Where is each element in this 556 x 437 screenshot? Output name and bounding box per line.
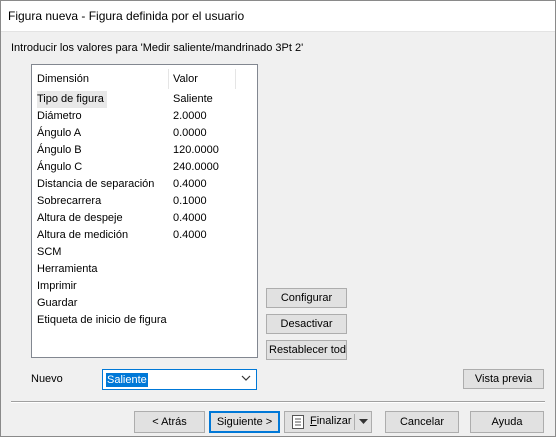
split-divider — [354, 414, 355, 430]
title-bar: Figura nueva - Figura definida por el us… — [0, 0, 556, 32]
document-icon — [292, 415, 304, 429]
value-cell: 0.4000 — [173, 178, 207, 190]
restablecer-todo-button[interactable]: Restablecer todo — [266, 340, 347, 360]
list-item[interactable]: Sobrecarrera 0.1000 — [32, 193, 257, 210]
list-item[interactable]: Guardar — [32, 295, 257, 312]
list-item[interactable]: Ángulo A 0.0000 — [32, 125, 257, 142]
cancelar-button[interactable]: Cancelar — [385, 411, 459, 433]
dimension-cell: Ángulo C — [37, 161, 83, 173]
value-cell: 0.4000 — [173, 212, 207, 224]
dimension-cell: Herramienta — [37, 263, 98, 275]
configurar-button[interactable]: Configurar — [266, 288, 347, 308]
column-divider[interactable] — [168, 69, 169, 89]
dropdown-arrow-icon[interactable] — [359, 419, 368, 425]
list-item[interactable]: Altura de medición 0.4000 — [32, 227, 257, 244]
value-cell: 0.0000 — [173, 127, 207, 139]
dimension-cell: Diámetro — [37, 110, 82, 122]
value-cell: 2.0000 — [173, 110, 207, 122]
list-item[interactable]: Ángulo B 120.0000 — [32, 142, 257, 159]
dimension-list[interactable]: Dimensión Valor Tipo de figura Saliente Di… — [31, 64, 258, 358]
dimension-cell: SCM — [37, 246, 62, 258]
list-item[interactable]: Ángulo C 240.0000 — [32, 159, 257, 176]
dimension-cell: Ángulo B — [37, 144, 82, 156]
list-item[interactable]: Diámetro 2.0000 — [32, 108, 257, 125]
dimension-cell: Imprimir — [37, 280, 77, 292]
nuevo-selected-value: Saliente — [106, 373, 148, 387]
value-cell: 0.4000 — [173, 229, 207, 241]
dimension-cell: Distancia de separación — [37, 178, 155, 190]
dimension-cell: Altura de despeje — [37, 212, 123, 224]
finalizar-label: Finalizar — [310, 415, 352, 427]
chevron-down-icon[interactable] — [240, 372, 252, 384]
dimension-cell: Altura de medición — [37, 229, 129, 241]
column-header-value[interactable]: Valor — [173, 69, 198, 89]
footer-separator — [11, 401, 545, 403]
siguiente-button[interactable]: Siguiente > — [209, 411, 280, 433]
vista-previa-button[interactable]: Vista previa — [463, 369, 544, 389]
dimension-cell: Tipo de figura — [37, 91, 107, 108]
column-header-dimension[interactable]: Dimensión — [37, 69, 89, 89]
finalizar-label-rest: inalizar — [316, 415, 352, 427]
value-cell: Saliente — [173, 93, 213, 105]
value-cell: 120.0000 — [173, 144, 219, 156]
dimension-cell: Sobrecarrera — [37, 195, 102, 207]
nuevo-label: Nuevo — [31, 373, 63, 385]
column-divider[interactable] — [235, 69, 236, 89]
dimension-cell: Guardar — [37, 297, 78, 309]
dimension-cell: Etiqueta de inicio de figura — [37, 314, 167, 326]
finalizar-split-button[interactable]: Finalizar — [284, 411, 372, 433]
nuevo-dropdown[interactable]: Saliente — [102, 369, 257, 390]
instruction-text: Introducir los valores para 'Medir salie… — [11, 42, 304, 54]
list-item[interactable]: SCM — [32, 244, 257, 261]
list-item[interactable]: Imprimir — [32, 278, 257, 295]
list-item[interactable]: Etiqueta de inicio de figura — [32, 312, 257, 329]
list-item[interactable]: Altura de despeje 0.4000 — [32, 210, 257, 227]
desactivar-button[interactable]: Desactivar — [266, 314, 347, 334]
window-title: Figura nueva - Figura definida por el us… — [8, 9, 245, 23]
dimension-cell: Ángulo A — [37, 127, 82, 139]
finalizar-accelerator: F — [310, 415, 317, 427]
value-cell: 240.0000 — [173, 161, 219, 173]
list-rows: Tipo de figura Saliente Diámetro 2.0000 Ángu… — [32, 91, 257, 329]
value-cell: 0.1000 — [173, 195, 207, 207]
atras-button[interactable]: < Atrás — [134, 411, 205, 433]
list-item[interactable]: Distancia de separación 0.4000 — [32, 176, 257, 193]
list-item[interactable]: Herramienta — [32, 261, 257, 278]
ayuda-button[interactable]: Ayuda — [470, 411, 544, 433]
list-item[interactable]: Tipo de figura Saliente — [32, 91, 257, 108]
